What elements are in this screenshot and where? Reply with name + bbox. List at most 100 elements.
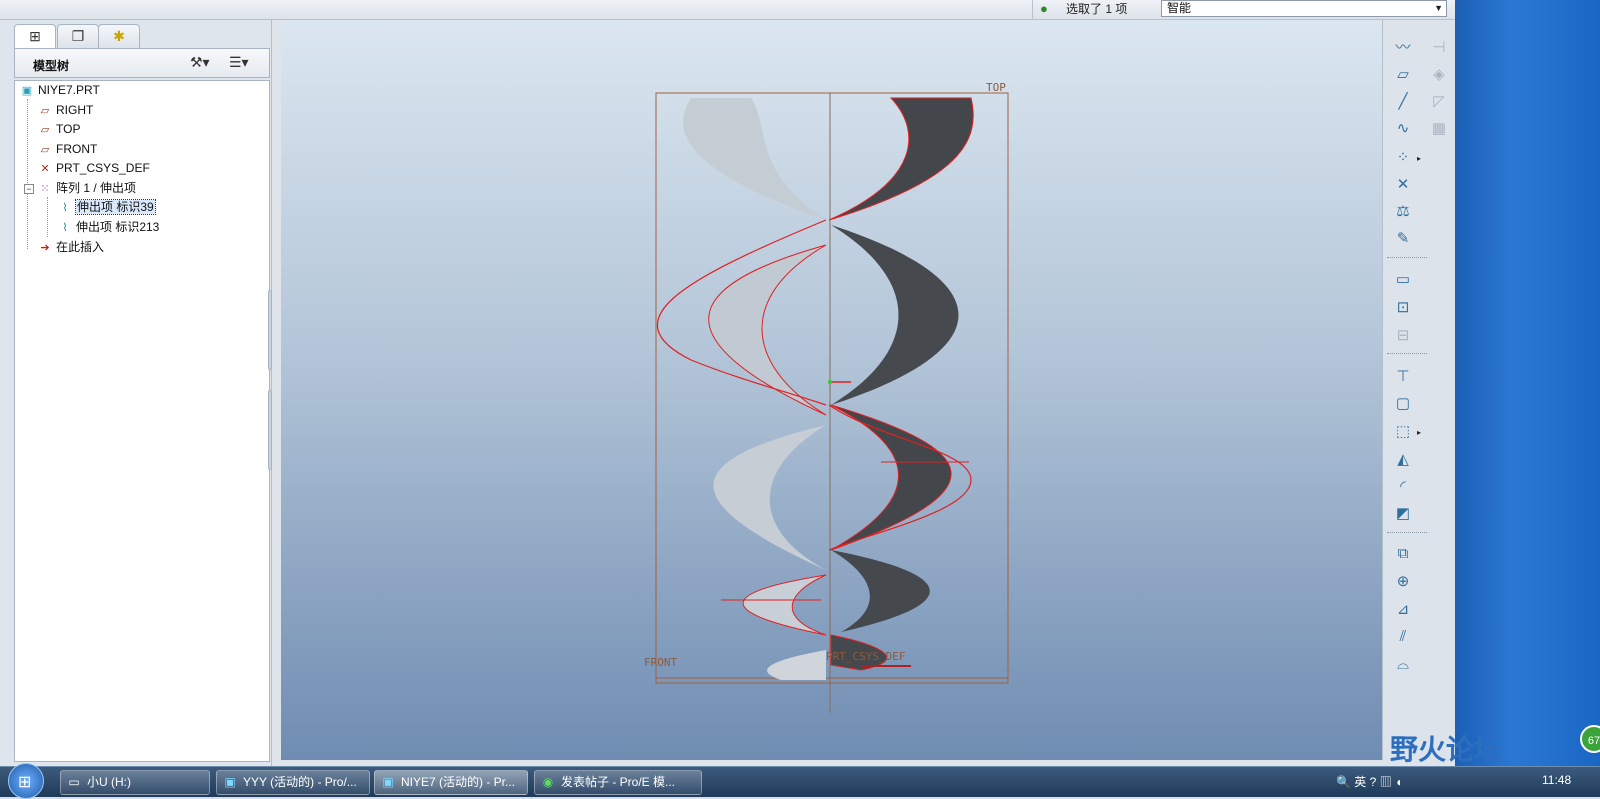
csys-icon: ✕ — [40, 163, 50, 175]
surface-left-2 — [708, 244, 827, 416]
sketch-plane-icon[interactable]: ⊡ — [1391, 296, 1415, 320]
tree-item-top[interactable]: ▱ TOP — [37, 120, 81, 138]
protrusion-icon: ⌇ — [62, 202, 68, 214]
toolbar-separator — [1387, 353, 1427, 354]
list-icon: ☰▾ — [229, 54, 249, 70]
tree-settings-button[interactable]: ⚒▾ — [190, 54, 210, 71]
datum-display-icon[interactable]: 〰 — [1391, 36, 1415, 60]
surface-right-1 — [828, 97, 974, 221]
proe-icon: ▣ — [224, 775, 236, 789]
tree-item-pattern[interactable]: ⁙ 阵列 1 / 伸出项 — [37, 179, 136, 197]
volume-icon[interactable]: ◖ — [1395, 775, 1402, 789]
chevron-right-icon[interactable]: ▸ — [1417, 428, 1421, 437]
tree-item-label: 在此插入 — [56, 240, 105, 254]
revolve-icon[interactable]: ▢ — [1391, 392, 1415, 416]
tree-item-part[interactable]: ▣ NIYE7.PRT — [19, 81, 100, 99]
shell-icon[interactable]: ⧉ — [1391, 542, 1415, 566]
selection-filter-dropdown[interactable]: 智能 ▼ — [1161, 0, 1447, 17]
graphics-viewport[interactable]: TOP FRONT PRT_CSYS_DEF — [281, 20, 1382, 760]
tree-item-insert-here[interactable]: ➔ 在此插入 — [37, 238, 104, 256]
tree-item-protrusion-39[interactable]: ⌇ 伸出项 标识39 — [57, 198, 156, 216]
trim-icon[interactable]: ◸ — [1427, 90, 1451, 114]
tools-icon: ⚒▾ — [190, 54, 210, 70]
datum-label-csys: PRT_CSYS_DEF — [826, 650, 906, 663]
csys-icon[interactable]: ✕ — [1391, 173, 1415, 197]
tree-item-label: NIYE7.PRT — [38, 83, 100, 97]
splitter-grip[interactable] — [268, 290, 272, 370]
sketch-insert-icon[interactable]: ⊟ — [1391, 324, 1415, 348]
part-icon: ▣ — [21, 85, 33, 97]
chevron-right-icon[interactable]: ▸ — [1417, 154, 1421, 163]
tree-connector — [47, 197, 48, 237]
sketch-icon[interactable]: ▭ — [1391, 268, 1415, 292]
csys-origin — [828, 380, 832, 384]
blend-icon[interactable]: ◭ — [1391, 448, 1415, 472]
favorites-icon: ✱ — [113, 28, 125, 44]
merge-icon[interactable]: ◈ — [1427, 63, 1451, 87]
tree-show-button[interactable]: ☰▾ — [229, 54, 249, 71]
help-icon[interactable]: ? — [1370, 775, 1377, 789]
chamfer-icon[interactable]: ◩ — [1391, 502, 1415, 526]
analysis-icon[interactable]: ⚖ — [1391, 200, 1415, 224]
search-icon[interactable]: 🔍 — [1336, 775, 1351, 789]
taskbar-item-label: 小U (H:) — [87, 775, 131, 789]
draft-icon[interactable]: ⊿ — [1391, 598, 1415, 622]
panel-splitter[interactable] — [267, 290, 273, 490]
taskbar-item-forum[interactable]: ◉ 发表帖子 - Pro/E 模... — [534, 770, 702, 795]
taskbar-item-yyy[interactable]: ▣ YYY (活动的) - Pro/... — [216, 770, 370, 795]
tree-item-csys[interactable]: ✕ PRT_CSYS_DEF — [37, 159, 149, 177]
datum-plane-icon[interactable]: ▱ — [1391, 63, 1415, 87]
rib-icon[interactable]: ⊕ — [1391, 570, 1415, 594]
surface-left-5 — [767, 650, 826, 680]
sweep-icon[interactable]: ⬚ — [1391, 420, 1415, 444]
tree-item-label: 伸出项 标识213 — [76, 220, 160, 234]
splitter-grip[interactable] — [268, 390, 272, 470]
round-icon[interactable]: ◜ — [1391, 475, 1415, 499]
insert-here-icon: ➔ — [40, 242, 50, 254]
collapse-toggle[interactable]: − — [24, 184, 34, 194]
windows-icon: ⊞ — [18, 774, 32, 791]
taskbar-item-label: NIYE7 (活动的) - Pr... — [401, 775, 516, 789]
mirror-icon[interactable]: ⊣ — [1427, 36, 1451, 60]
helix-model-render — [655, 92, 1009, 713]
surface-right-2 — [831, 225, 959, 405]
datum-link-icon[interactable]: ✎ — [1391, 227, 1415, 251]
datum-axis-icon[interactable]: ╱ — [1391, 90, 1415, 114]
datum-point-icon[interactable]: ⁘ — [1391, 146, 1415, 170]
clock[interactable]: 11:48 — [1542, 773, 1571, 787]
drive-icon: ▭ — [68, 775, 80, 789]
taskbar-item-label: YYY (活动的) - Pro/... — [243, 775, 357, 789]
datum-curve-icon[interactable]: ∿ — [1391, 117, 1415, 141]
status-divider — [1032, 0, 1033, 20]
taskbar-item-usb[interactable]: ▭ 小U (H:) — [60, 770, 210, 795]
tree-item-front[interactable]: ▱ FRONT — [37, 140, 98, 158]
notification-badge[interactable]: 67 — [1580, 725, 1600, 753]
tree-item-protrusion-213[interactable]: ⌇ 伸出项 标识213 — [57, 218, 159, 236]
taskbar-item-niye7[interactable]: ▣ NIYE7 (活动的) - Pr... — [374, 770, 528, 795]
tab-favorites[interactable]: ✱ — [98, 24, 140, 48]
datum-plane-icon: ▱ — [40, 124, 50, 136]
model-tree-header: 模型树 ⚒▾ ☰▾ — [14, 48, 270, 78]
extrude-icon[interactable]: ⊤ — [1391, 365, 1415, 389]
pattern-icon[interactable]: ⫽ — [1391, 625, 1415, 649]
datum-label-front: FRONT — [644, 656, 678, 669]
datum-plane-outline — [655, 92, 1009, 684]
model-tree-icon: ⊞ — [29, 28, 41, 44]
grid-icon[interactable]: ▦ — [1427, 117, 1451, 141]
surface-right-4 — [831, 550, 930, 632]
start-button[interactable]: ⊞ — [8, 763, 44, 799]
tab-layers[interactable]: ❐ — [57, 24, 99, 48]
network-icon[interactable]: ▥ — [1380, 775, 1392, 789]
desktop-background — [1455, 0, 1600, 766]
tab-model-tree[interactable]: ⊞ — [14, 24, 56, 48]
surface-icon[interactable]: ⌓ — [1391, 653, 1415, 677]
toolbar-separator — [1387, 532, 1427, 533]
tree-item-right[interactable]: ▱ RIGHT — [37, 101, 94, 119]
forum-watermark: 野火论坛 — [1390, 733, 1503, 766]
tree-item-label: FRONT — [56, 142, 98, 156]
taskbar: ⊞ ▭ 小U (H:) ▣ YYY (活动的) - Pro/... ▣ NIYE7 (… — [0, 763, 1600, 799]
ime-indicator[interactable]: 英 — [1354, 775, 1366, 789]
selection-count: 选取了 1 项 — [1066, 2, 1128, 16]
chevron-down-icon: ▼ — [1434, 3, 1443, 13]
tree-item-label: 伸出项 标识39 — [75, 199, 156, 215]
